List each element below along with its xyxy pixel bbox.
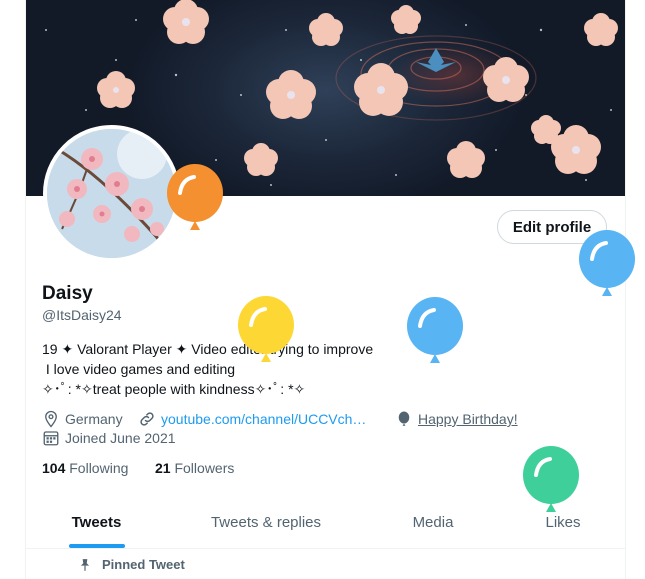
calendar-icon [42,429,60,447]
link-icon [138,410,156,428]
joined-item: Joined June 2021 [42,429,176,447]
pinned-tweet-label: Pinned Tweet [78,557,185,572]
birthday-item[interactable]: Happy Birthday! [395,410,518,428]
following-label: Following [69,460,129,476]
pinned-text: Pinned Tweet [102,557,185,572]
balloon-icon [395,410,413,428]
followers-label: Followers [174,460,235,476]
balloon-blue-icon [407,297,463,363]
following-link[interactable]: 104 Following [42,460,128,476]
bio-line: 19 ✦ Valorant Player ✦ Video editor tryi… [42,341,374,357]
balloon-green-icon [523,446,579,512]
pin-icon [78,558,92,572]
birthday-link[interactable]: Happy Birthday! [418,411,518,427]
avatar[interactable] [43,125,180,262]
followers-link[interactable]: 21 Followers [155,460,234,476]
joined-text: Joined June 2021 [65,430,176,446]
bio-line: ✧･ﾟ: *✧treat people with kindness✧･ﾟ: *✧ [42,381,306,397]
bio-line: I love video games and editing [42,361,236,377]
location-text: Germany [65,411,123,427]
tab-tweets[interactable]: Tweets [26,496,167,548]
location-item: Germany [42,410,123,428]
website-link[interactable]: youtube.com/channel/UCCVch… [161,411,366,427]
location-pin-icon [42,410,60,428]
tab-tweets-replies[interactable]: Tweets & replies [167,496,365,548]
following-count: 104 [42,460,66,476]
profile-handle: @ItsDaisy24 [42,307,122,323]
followers-count: 21 [155,460,171,476]
avatar-image [47,129,176,258]
profile-bio: 19 ✦ Valorant Player ✦ Video editor tryi… [42,339,373,399]
active-tab-indicator [69,544,125,548]
balloon-blue-icon [579,230,635,296]
profile-name: Daisy [42,283,93,304]
balloon-orange-icon [167,164,223,230]
tab-media[interactable]: Media [365,496,501,548]
website-item[interactable]: youtube.com/channel/UCCVch… [138,410,366,428]
balloon-yellow-icon [238,296,294,362]
